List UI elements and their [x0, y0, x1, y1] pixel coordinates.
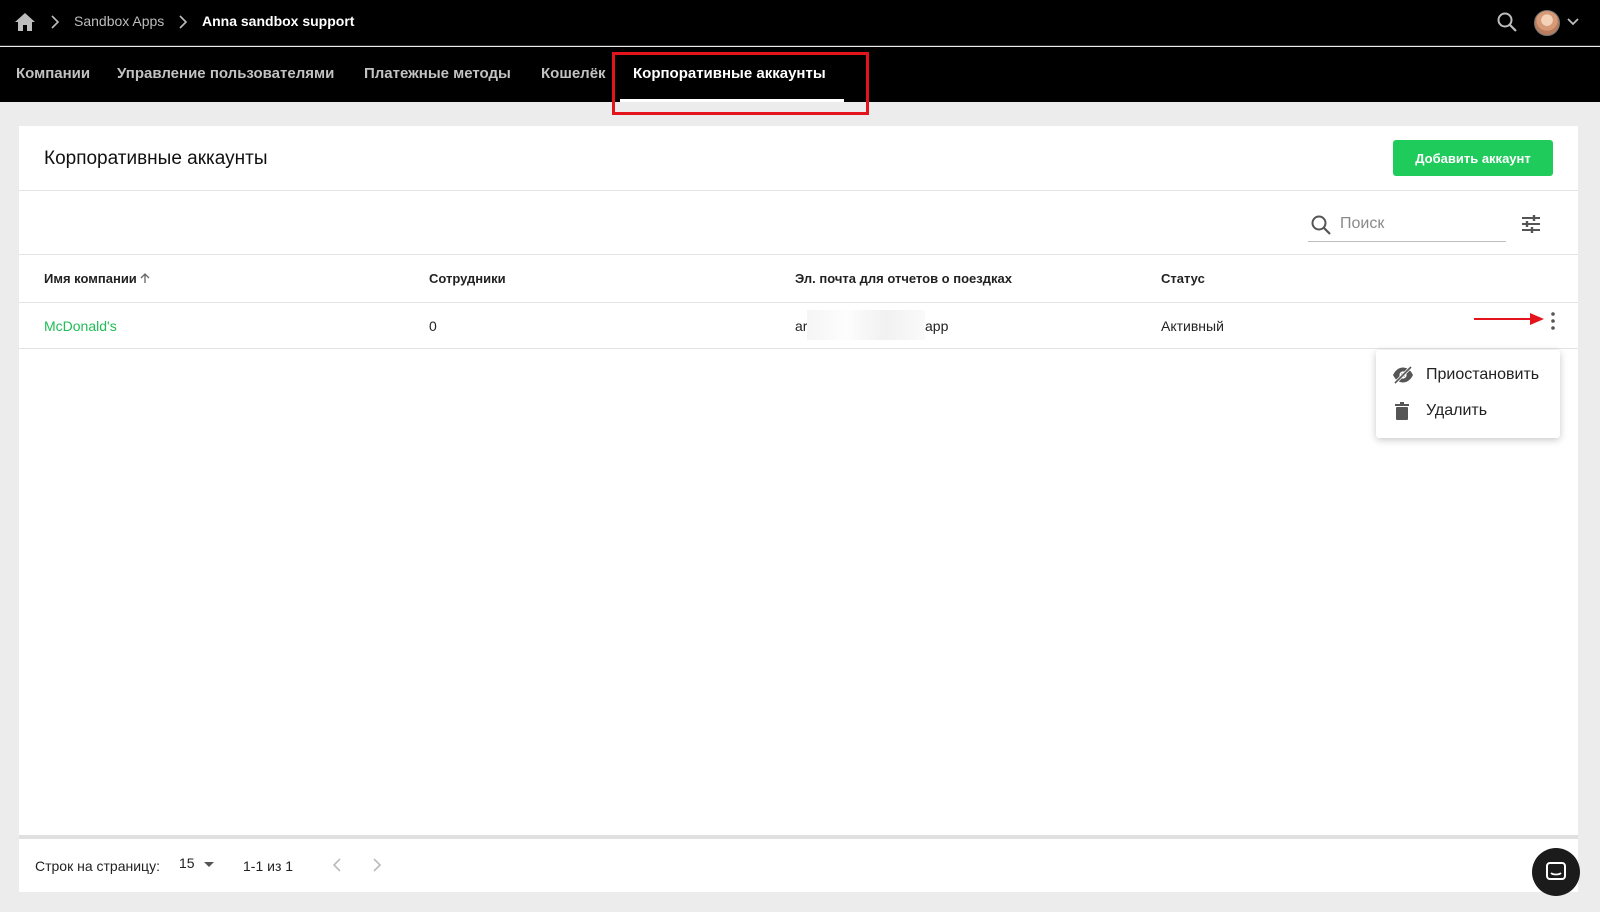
chevron-down-icon[interactable] [1566, 16, 1580, 28]
chevron-left-icon[interactable] [327, 854, 347, 876]
search-field[interactable] [1308, 208, 1506, 242]
tab-payment-methods[interactable]: Платежные методы [364, 65, 511, 82]
sort-ascending-icon[interactable] [139, 272, 151, 284]
chat-support-button[interactable] [1532, 848, 1580, 896]
column-header-email[interactable]: Эл. почта для отчетов о поездках [795, 271, 1012, 286]
menu-item-delete[interactable]: Удалить [1376, 394, 1560, 428]
chevron-right-icon [51, 15, 60, 29]
rows-per-page-select[interactable]: 15 [179, 855, 219, 877]
top-bar: Sandbox Apps Anna sandbox support [0, 0, 1600, 46]
tab-user-management[interactable]: Управление пользователями [117, 65, 334, 82]
home-icon[interactable] [14, 12, 36, 32]
breadcrumb-current: Anna sandbox support [202, 13, 355, 29]
highlight-box [612, 52, 869, 115]
dropdown-arrow-icon [204, 862, 214, 867]
divider [19, 348, 1578, 349]
tab-wallet[interactable]: Кошелёк [541, 65, 606, 82]
column-header-company[interactable]: Имя компании [44, 271, 151, 286]
email-start: ar [795, 318, 808, 334]
divider [19, 254, 1578, 255]
eye-off-icon [1393, 365, 1413, 385]
employees-count: 0 [429, 318, 437, 334]
accounts-card: Корпоративные аккаунты Добавить аккаунт … [19, 126, 1578, 892]
red-arrow-annotation [1474, 313, 1544, 325]
trash-icon [1395, 402, 1409, 420]
search-input[interactable] [1340, 212, 1500, 236]
email-end: app [925, 318, 949, 334]
filter-settings-icon[interactable] [1519, 212, 1543, 236]
add-account-button[interactable]: Добавить аккаунт [1393, 140, 1553, 176]
menu-item-suspend[interactable]: Приостановить [1376, 358, 1560, 392]
chat-icon [1546, 862, 1566, 880]
divider [19, 302, 1578, 303]
footer-divider [19, 835, 1578, 839]
rows-per-page-value: 15 [179, 855, 195, 871]
page-title: Корпоративные аккаунты [44, 148, 268, 169]
avatar[interactable] [1534, 10, 1560, 36]
company-link[interactable]: McDonald's [44, 318, 117, 334]
redacted-email [807, 310, 925, 340]
chevron-right-icon[interactable] [367, 854, 387, 876]
pagination-range: 1-1 из 1 [243, 858, 294, 874]
search-icon [1311, 215, 1331, 235]
divider [19, 190, 1578, 191]
status-text: Активный [1161, 318, 1224, 334]
column-header-status[interactable]: Статус [1161, 271, 1205, 286]
breadcrumb-item[interactable]: Sandbox Apps [74, 13, 164, 29]
more-vert-icon[interactable] [1543, 310, 1563, 332]
rows-per-page-label: Строк на страницу: [35, 858, 160, 874]
tab-companies[interactable]: Компании [16, 65, 90, 82]
row-actions-menu: Приостановить Удалить [1376, 350, 1560, 438]
column-header-employees[interactable]: Сотрудники [429, 271, 506, 286]
chevron-right-icon [179, 15, 188, 29]
search-icon[interactable] [1496, 11, 1518, 33]
